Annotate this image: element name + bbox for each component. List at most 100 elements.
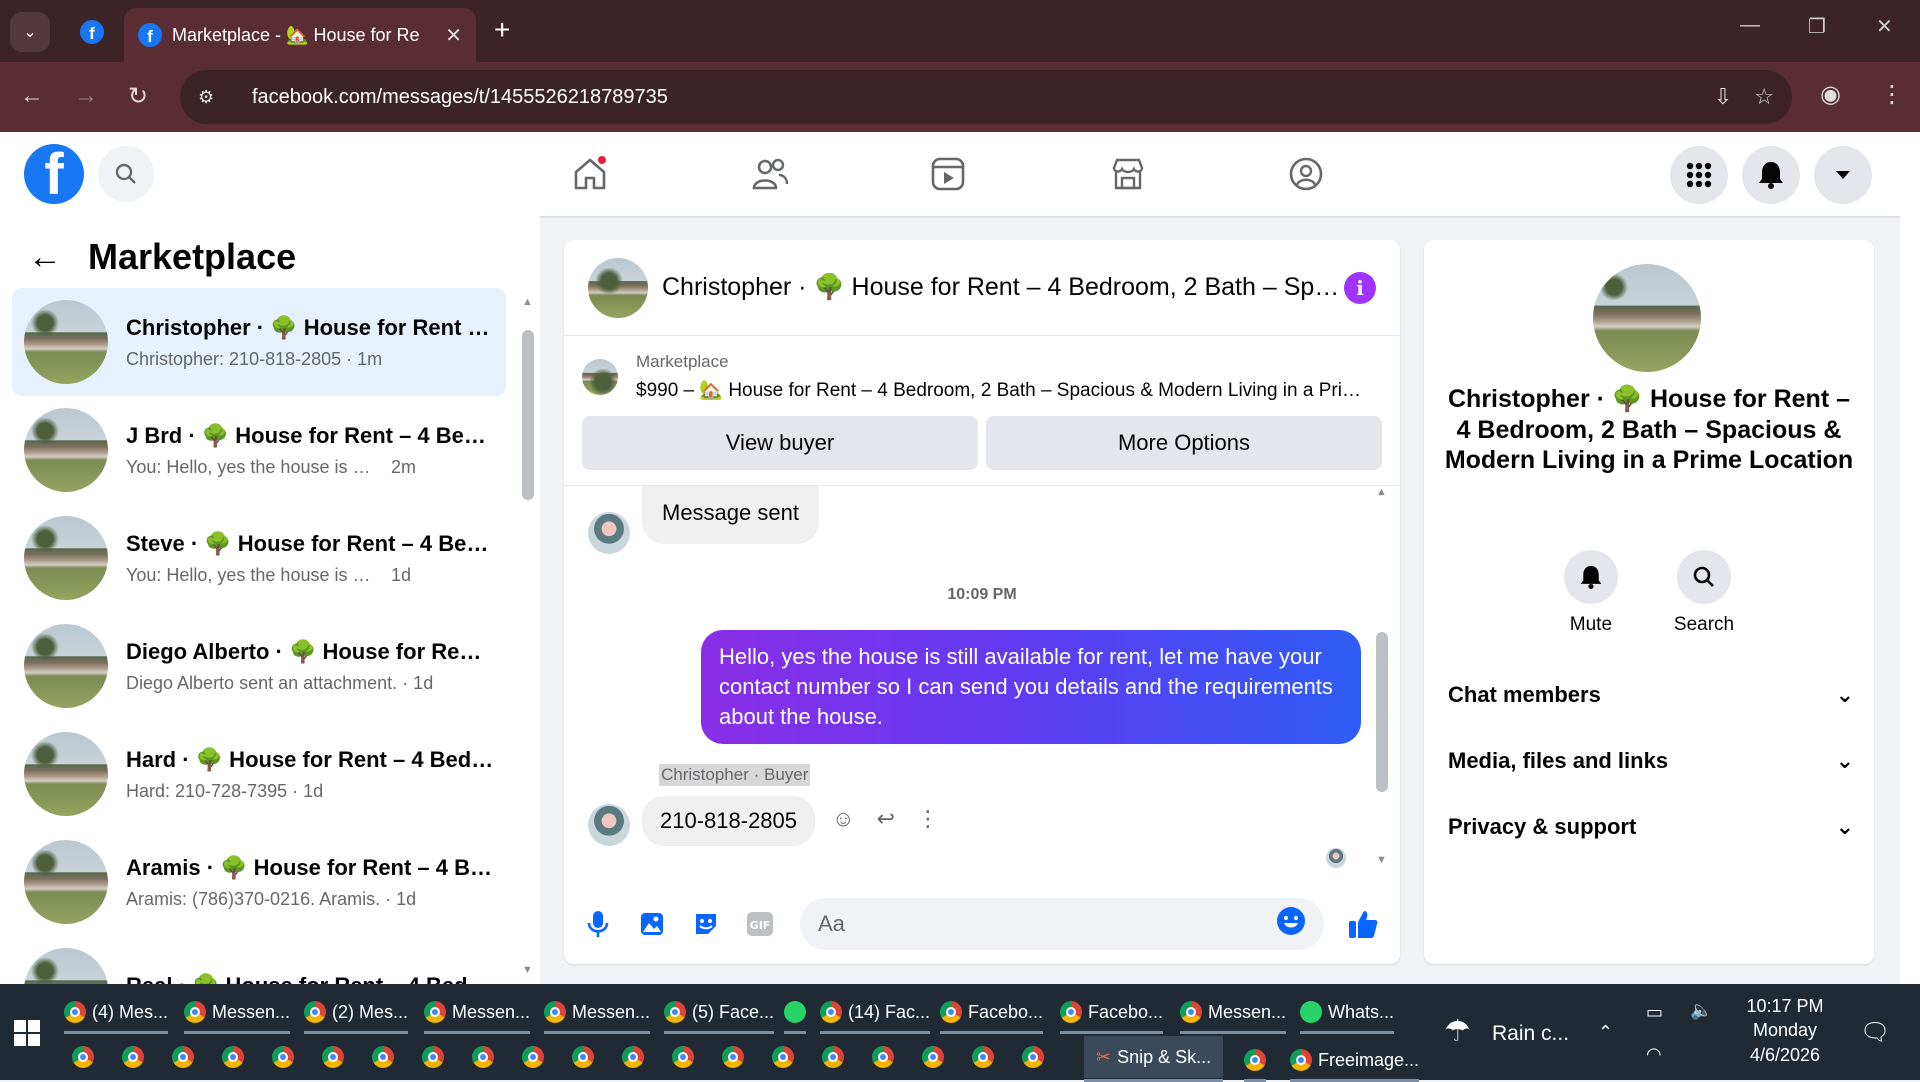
pinned-tab-facebook[interactable]: f xyxy=(72,12,112,52)
bookmark-star-icon[interactable]: ☆ xyxy=(1754,84,1774,110)
conversation-item[interactable]: Steve · 🌳 House for Rent – 4 Bedroom, 2 … xyxy=(12,504,506,612)
taskbar-freeimage[interactable]: Freeimage... xyxy=(1290,1042,1420,1082)
weather-rain-icon[interactable]: ☂ xyxy=(1444,1014,1471,1049)
section-privacy-support[interactable]: Privacy & support ⌄ xyxy=(1448,814,1854,840)
more-vertical-icon[interactable]: ⋮ xyxy=(917,806,939,832)
chevron-up-icon[interactable]: ⌃ xyxy=(1598,1022,1613,1043)
taskbar-app[interactable]: Messen... xyxy=(184,994,291,1034)
restore-button[interactable]: ❐ xyxy=(1808,14,1826,39)
clock[interactable]: 10:17 PM Monday 4/6/2026 xyxy=(1746,994,1824,1067)
battery-icon[interactable]: ▭ xyxy=(1646,1002,1663,1023)
chrome-icon[interactable] xyxy=(972,1046,994,1068)
back-icon[interactable]: ← xyxy=(20,82,44,110)
scrollbar-thumb[interactable] xyxy=(1376,632,1388,792)
chrome-icon[interactable] xyxy=(822,1046,844,1068)
reload-icon[interactable]: ↻ xyxy=(128,82,148,111)
chrome-icon[interactable] xyxy=(572,1046,594,1068)
taskbar-snip-sketch[interactable]: ✂ Snip & Sk... xyxy=(1084,1036,1224,1082)
react-emoji-icon[interactable]: ☺ xyxy=(832,806,854,832)
conversation-item[interactable]: Hard · 🌳 House for Rent – 4 Bedroom, 2 B… xyxy=(12,720,506,828)
section-media-files[interactable]: Media, files and links ⌄ xyxy=(1448,748,1854,774)
mute-button[interactable]: Mute xyxy=(1563,550,1618,636)
microphone-icon[interactable] xyxy=(584,910,612,938)
chrome-icon[interactable] xyxy=(372,1046,394,1068)
address-bar[interactable]: ⚙ facebook.com/messages/t/14555262187897… xyxy=(180,70,1792,124)
photo-icon[interactable] xyxy=(638,910,666,938)
chrome-icon[interactable] xyxy=(122,1046,144,1068)
thumbs-up-icon[interactable] xyxy=(1346,907,1380,941)
section-chat-members[interactable]: Chat members ⌄ xyxy=(1448,682,1854,708)
chrome-icon[interactable] xyxy=(922,1046,944,1068)
windows-start-icon[interactable] xyxy=(14,1020,40,1046)
chrome-icon[interactable] xyxy=(222,1046,244,1068)
taskbar-app[interactable]: Facebo... xyxy=(1060,994,1164,1034)
menu-grid-button[interactable] xyxy=(1670,146,1728,204)
profile-avatar[interactable] xyxy=(1593,264,1701,372)
chat-avatar[interactable] xyxy=(588,257,648,318)
conversation-list-scrollbar[interactable]: ▲ ▼ xyxy=(522,296,534,976)
taskbar-app[interactable]: Messen... xyxy=(424,994,531,1034)
forward-icon[interactable]: → xyxy=(74,82,98,110)
notifications-button[interactable] xyxy=(1742,146,1800,204)
volume-icon[interactable]: 🔈 xyxy=(1690,1000,1712,1021)
search-conversation-button[interactable]: Search xyxy=(1674,550,1734,636)
chat-title[interactable]: Christopher · 🌳 House for Rent – 4 Bedro… xyxy=(662,273,1342,302)
scroll-down-icon[interactable]: ▼ xyxy=(1376,854,1387,866)
new-tab-button[interactable]: + xyxy=(494,14,510,46)
chrome-icon[interactable] xyxy=(422,1046,444,1068)
view-buyer-button[interactable]: View buyer xyxy=(582,416,978,470)
account-menu-button[interactable] xyxy=(1814,146,1872,204)
conversation-item[interactable]: Aramis · 🌳 House for Rent – 4 Bedroom Ar… xyxy=(12,828,506,936)
active-tab[interactable]: f Marketplace - 🏡 House for Re ✕ xyxy=(124,8,476,62)
taskbar-app[interactable]: (14) Fac... xyxy=(820,994,931,1034)
chrome-icon[interactable] xyxy=(272,1046,294,1068)
taskbar-app[interactable] xyxy=(784,994,806,1034)
facebook-search-button[interactable] xyxy=(98,146,154,202)
gif-icon[interactable]: GIF xyxy=(746,910,774,938)
emoji-icon[interactable] xyxy=(1276,906,1306,942)
outgoing-message[interactable]: Hello, yes the house is still available … xyxy=(701,630,1361,744)
taskbar-chrome-icon-only[interactable] xyxy=(1244,1042,1266,1082)
listing-title[interactable]: $990 – 🏡 House for Rent – 4 Bedroom, 2 B… xyxy=(636,378,1366,402)
chrome-icon[interactable] xyxy=(622,1046,644,1068)
chrome-icon[interactable] xyxy=(472,1046,494,1068)
taskbar-app[interactable]: Messen... xyxy=(544,994,651,1034)
reply-icon[interactable]: ↩ xyxy=(876,806,894,832)
taskbar-app[interactable]: (2) Mes... xyxy=(304,994,409,1034)
chat-scrollbar[interactable]: ▲ ▼ xyxy=(1376,486,1388,866)
conversation-item[interactable]: Christopher · 🌳 House for Rent – 4 Bedro… xyxy=(12,288,506,396)
taskbar-app[interactable]: (4) Mes... xyxy=(64,994,169,1034)
chrome-icon[interactable] xyxy=(772,1046,794,1068)
notification-center-icon[interactable]: 🗨 xyxy=(1860,1018,1890,1047)
site-info-icon[interactable]: ⚙ xyxy=(198,87,224,108)
minimize-button[interactable]: — xyxy=(1740,14,1760,37)
install-app-icon[interactable]: ⇩ xyxy=(1714,84,1732,110)
chrome-icon[interactable] xyxy=(322,1046,344,1068)
chrome-icon[interactable] xyxy=(1022,1046,1044,1068)
listing-thumbnail[interactable] xyxy=(582,359,618,395)
facebook-logo-icon[interactable]: f xyxy=(24,144,84,204)
conversation-item[interactable]: J Brd · 🌳 House for Rent – 4 Bedroom, 2 … xyxy=(12,396,506,504)
more-options-button[interactable]: More Options xyxy=(986,416,1382,470)
chrome-icon[interactable] xyxy=(722,1046,744,1068)
taskbar-app[interactable]: (5) Face... xyxy=(664,994,775,1034)
chrome-icon[interactable] xyxy=(872,1046,894,1068)
scrollbar-thumb[interactable] xyxy=(522,330,534,500)
chrome-icon[interactable] xyxy=(172,1046,194,1068)
weather-label[interactable]: Rain c... xyxy=(1492,1022,1569,1046)
nav-video[interactable] xyxy=(926,152,970,196)
incoming-message[interactable]: 210-818-2805 xyxy=(642,796,816,846)
nav-friends[interactable] xyxy=(748,152,792,196)
message-input[interactable]: Aa xyxy=(800,898,1324,950)
back-arrow-icon[interactable]: ← xyxy=(28,238,62,277)
conversation-item[interactable]: Real · 🌳 House for Rent – 4 Bedroom, 2 B… xyxy=(12,936,506,984)
chrome-menu-icon[interactable]: ⋮ xyxy=(1880,80,1904,109)
chrome-icon[interactable] xyxy=(72,1046,94,1068)
tab-close-icon[interactable]: ✕ xyxy=(445,23,462,48)
scroll-up-icon[interactable]: ▲ xyxy=(522,296,533,308)
profile-icon[interactable]: ◉ xyxy=(1820,80,1841,109)
nav-home[interactable] xyxy=(568,152,612,196)
taskbar-app[interactable]: Facebo... xyxy=(940,994,1044,1034)
scroll-up-icon[interactable]: ▲ xyxy=(1376,486,1387,498)
info-icon[interactable]: i xyxy=(1344,271,1376,304)
